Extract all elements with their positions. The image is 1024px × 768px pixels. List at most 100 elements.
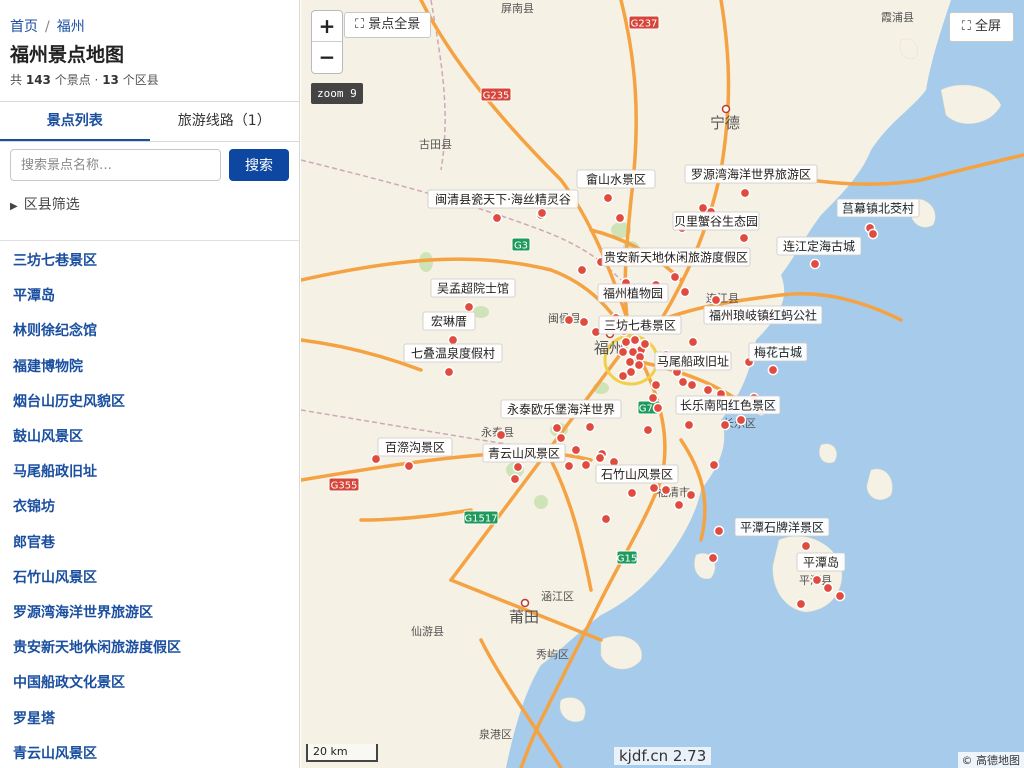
poi-label[interactable]: 畲山水景区 <box>576 169 656 189</box>
poi-marker-icon[interactable] <box>642 424 654 436</box>
spot-list-item[interactable]: 平潭岛 <box>13 285 55 305</box>
poi-marker-icon[interactable] <box>650 379 662 391</box>
spot-list-item[interactable]: 衣锦坊 <box>13 496 55 516</box>
poi-label[interactable]: 七叠温泉度假村 <box>403 343 503 363</box>
poi-label[interactable]: 石竹山风景区 <box>595 464 679 484</box>
search-input[interactable] <box>10 149 221 181</box>
spot-list-item[interactable]: 马尾船政旧址 <box>13 461 97 481</box>
spot-list-item[interactable]: 青云山风景区 <box>13 743 97 763</box>
poi-marker-icon[interactable] <box>683 419 695 431</box>
tab-tour-routes[interactable]: 旅游线路（1） <box>150 102 300 141</box>
poi-marker-icon[interactable] <box>739 187 751 199</box>
poi-marker-icon[interactable] <box>686 379 698 391</box>
spot-list-item[interactable]: 鼓山风景区 <box>13 426 83 446</box>
poi-label[interactable]: 罗源湾海洋世界旅游区 <box>684 164 818 184</box>
poi-label[interactable]: 福州植物园 <box>597 283 669 303</box>
poi-marker-icon[interactable] <box>660 484 672 496</box>
poi-label[interactable]: 平潭岛 <box>796 552 846 572</box>
search-button[interactable]: 搜索 <box>229 149 289 181</box>
poi-label[interactable]: 贝里蟹谷生态园 <box>672 211 760 231</box>
poi-marker-icon[interactable] <box>738 232 750 244</box>
poi-marker-icon[interactable] <box>647 392 659 404</box>
spot-list-item[interactable]: 福建博物院 <box>13 356 83 376</box>
poi-marker-icon[interactable] <box>447 334 459 346</box>
poi-marker-icon[interactable] <box>685 489 697 501</box>
breadcrumb-current-link[interactable]: 福州 <box>57 19 85 35</box>
poi-marker-icon[interactable] <box>713 525 725 537</box>
poi-label[interactable]: 闽清县瓷天下·海丝精灵谷 <box>427 189 579 209</box>
overview-button[interactable]: ⛶ 景点全景 <box>344 12 432 38</box>
poi-label[interactable]: 马尾船政旧址 <box>654 351 732 371</box>
poi-label[interactable]: 长乐南阳红色景区 <box>675 395 781 415</box>
fullscreen-button[interactable]: ⛶ 全屏 <box>948 12 1014 42</box>
poi-marker-icon[interactable] <box>555 432 567 444</box>
poi-marker-icon[interactable] <box>707 552 719 564</box>
breadcrumb-home-link[interactable]: 首页 <box>10 19 38 35</box>
poi-label[interactable]: 连江定海古城 <box>776 236 862 256</box>
poi-label[interactable]: 梅花古城 <box>748 342 808 362</box>
poi-marker-icon[interactable] <box>600 513 612 525</box>
poi-marker-icon[interactable] <box>617 370 629 382</box>
poi-marker-icon[interactable] <box>463 301 475 313</box>
poi-marker-icon[interactable] <box>710 294 722 306</box>
spot-list-item[interactable]: 罗源湾海洋世界旅游区 <box>13 602 153 622</box>
poi-label[interactable]: 青云山风景区 <box>482 443 566 463</box>
poi-label[interactable]: 三坊七巷景区 <box>598 315 682 335</box>
poi-marker-icon[interactable] <box>602 192 614 204</box>
poi-marker-icon[interactable] <box>495 429 507 441</box>
poi-marker-icon[interactable] <box>735 414 747 426</box>
poi-marker-icon[interactable] <box>563 314 575 326</box>
poi-label[interactable]: 永泰欧乐堡海洋世界 <box>500 399 622 419</box>
poi-marker-icon[interactable] <box>620 336 632 348</box>
poi-marker-icon[interactable] <box>669 271 681 283</box>
poi-marker-icon[interactable] <box>403 460 415 472</box>
spot-list-item[interactable]: 中国船政文化景区 <box>13 672 125 692</box>
poi-marker-icon[interactable] <box>491 212 503 224</box>
poi-marker-icon[interactable] <box>639 338 651 350</box>
poi-marker-icon[interactable] <box>443 366 455 378</box>
spot-list-item[interactable]: 林则徐纪念馆 <box>13 320 97 340</box>
poi-label[interactable]: 百漈沟景区 <box>377 437 453 457</box>
zoom-out-button[interactable]: − <box>312 42 342 73</box>
poi-marker-icon[interactable] <box>679 286 691 298</box>
poi-marker-icon[interactable] <box>584 421 596 433</box>
poi-marker-icon[interactable] <box>702 384 714 396</box>
poi-marker-icon[interactable] <box>677 376 689 388</box>
poi-marker-icon[interactable] <box>551 422 563 434</box>
poi-marker-icon[interactable] <box>708 459 720 471</box>
spot-list-item[interactable]: 郎官巷 <box>13 532 55 552</box>
map-container[interactable]: 屏南县霞浦县宁德古田县连江县闽侯县福州永泰县长乐区福清市平潭县涵江区莆田仙游县秀… <box>301 0 1024 768</box>
map-canvas[interactable]: 屏南县霞浦县宁德古田县连江县闽侯县福州永泰县长乐区福清市平潭县涵江区莆田仙游县秀… <box>301 0 1024 768</box>
poi-marker-icon[interactable] <box>800 540 812 552</box>
poi-marker-icon[interactable] <box>594 452 606 464</box>
poi-marker-icon[interactable] <box>536 207 548 219</box>
poi-marker-icon[interactable] <box>614 212 626 224</box>
poi-marker-icon[interactable] <box>795 598 807 610</box>
poi-marker-icon[interactable] <box>697 202 709 214</box>
poi-marker-icon[interactable] <box>617 346 629 358</box>
zoom-in-button[interactable]: + <box>312 11 342 42</box>
poi-marker-icon[interactable] <box>767 364 779 376</box>
poi-marker-icon[interactable] <box>512 461 524 473</box>
poi-marker-icon[interactable] <box>624 356 636 368</box>
poi-label[interactable]: 福州琅岐镇红蚂公社 <box>703 305 823 325</box>
poi-marker-icon[interactable] <box>563 460 575 472</box>
poi-marker-icon[interactable] <box>648 482 660 494</box>
county-filter-toggle[interactable]: ▶ 区县筛选 <box>10 194 80 214</box>
poi-label[interactable]: 莒幕镇北茭村 <box>836 198 920 218</box>
poi-marker-icon[interactable] <box>578 316 590 328</box>
tab-spot-list[interactable]: 景点列表 <box>0 102 150 141</box>
spot-list-item[interactable]: 烟台山历史风貌区 <box>13 391 125 411</box>
spot-list-item[interactable]: 石竹山风景区 <box>13 567 97 587</box>
poi-marker-icon[interactable] <box>580 459 592 471</box>
poi-marker-icon[interactable] <box>626 487 638 499</box>
poi-marker-icon[interactable] <box>834 590 846 602</box>
poi-marker-icon[interactable] <box>719 419 731 431</box>
poi-marker-icon[interactable] <box>822 582 834 594</box>
poi-label[interactable]: 贵安新天地休闲旅游度假区 <box>601 247 751 267</box>
poi-marker-icon[interactable] <box>673 499 685 511</box>
poi-marker-icon[interactable] <box>687 336 699 348</box>
poi-label[interactable]: 宏琳厝 <box>422 311 476 331</box>
poi-marker-icon[interactable] <box>629 334 641 346</box>
spot-list-item[interactable]: 贵安新天地休闲旅游度假区 <box>13 637 181 657</box>
